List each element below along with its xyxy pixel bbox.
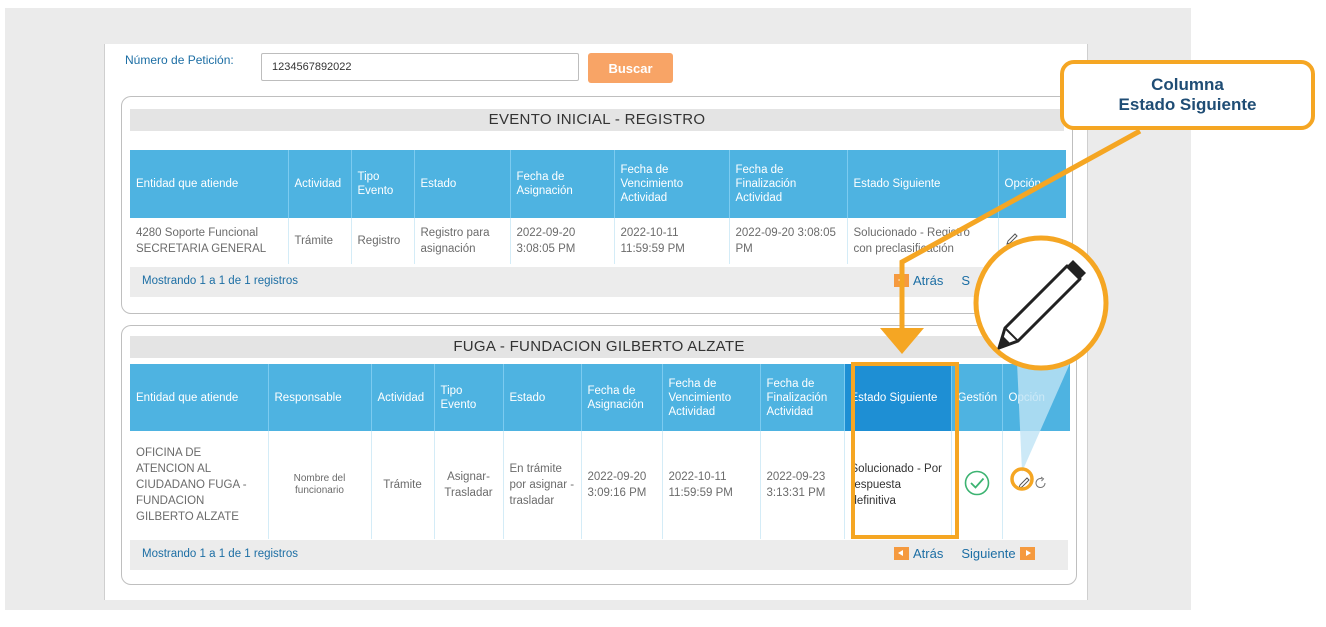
cell-fecha-finalizacion: 2022-09-20 3:08:05 PM: [729, 218, 848, 264]
panel-fuga: FUGA - FUNDACION GILBERTO ALZATE Entidad…: [121, 325, 1077, 585]
prev-link[interactable]: Atrás: [913, 546, 943, 561]
records-info: Mostrando 1 a 1 de 1 registros: [142, 275, 298, 287]
cell-fecha-asignacion: 2022-09-20 3:08:05 PM: [510, 218, 615, 264]
col-actividad[interactable]: Actividad: [371, 364, 435, 431]
pencil-icon[interactable]: [1017, 476, 1031, 490]
col-gestion[interactable]: Gestión: [951, 364, 1003, 431]
prev-arrow-icon[interactable]: [894, 547, 909, 560]
callout-line-1: Columna: [1151, 75, 1224, 94]
pencil-icon[interactable]: [1005, 232, 1019, 246]
pager: Atrás S: [894, 273, 970, 288]
table-footer: Mostrando 1 a 1 de 1 registros Atrás S: [130, 267, 1064, 297]
petition-number-input[interactable]: [261, 53, 579, 81]
cell-estado: Registro para asignación: [414, 218, 511, 264]
col-fecha-finalizacion[interactable]: Fecha de Finalización Actividad: [729, 150, 848, 218]
col-opcion[interactable]: Opción: [998, 150, 1066, 218]
events-table: Entidad que atiende Actividad Tipo Event…: [130, 150, 1066, 264]
col-estado-siguiente[interactable]: Estado Siguiente: [844, 364, 952, 431]
col-fecha-vencimiento[interactable]: Fecha de Vencimiento Actividad: [662, 364, 761, 431]
panel-evento-inicial: EVENTO INICIAL - REGISTRO Entidad que at…: [121, 96, 1073, 314]
cell-entidad: OFICINA DE ATENCION AL CIUDADANO FUGA - …: [130, 431, 269, 539]
cell-tipo-evento: Registro: [351, 218, 415, 264]
cell-actividad: Trámite: [288, 218, 352, 264]
search-label: Número de Petición:: [125, 53, 234, 67]
col-tipo-evento[interactable]: Tipo Evento: [351, 150, 415, 218]
table-row: 4280 Soporte Funcional SECRETARIA GENERA…: [130, 218, 1066, 264]
table-row: OFICINA DE ATENCION AL CIUDADANO FUGA - …: [130, 431, 1070, 539]
col-fecha-vencimiento[interactable]: Fecha de Vencimiento Actividad: [614, 150, 730, 218]
cell-estado: En trámite por asignar - trasladar: [503, 431, 582, 539]
col-estado[interactable]: Estado: [414, 150, 511, 218]
col-entidad[interactable]: Entidad que atiende: [130, 364, 269, 431]
col-tipo-evento[interactable]: Tipo Evento: [434, 364, 504, 431]
panel-title: FUGA - FUNDACION GILBERTO ALZATE: [130, 336, 1068, 358]
cell-fecha-asignacion: 2022-09-20 3:09:16 PM: [581, 431, 663, 539]
cell-estado-siguiente: Solucionado - Registro con preclasificac…: [847, 218, 999, 264]
next-arrow-icon[interactable]: [1019, 547, 1035, 560]
col-estado-siguiente[interactable]: Estado Siguiente: [847, 150, 999, 218]
col-entidad[interactable]: Entidad que atiende: [130, 150, 289, 218]
search-button[interactable]: Buscar: [588, 53, 673, 83]
records-info: Mostrando 1 a 1 de 1 registros: [142, 548, 298, 560]
callout-box: Columna Estado Siguiente: [1060, 60, 1315, 130]
col-actividad[interactable]: Actividad: [288, 150, 352, 218]
cell-responsable: Nombre del funcionario: [268, 431, 372, 539]
refresh-icon[interactable]: [1034, 476, 1048, 490]
prev-link[interactable]: Atrás: [913, 273, 943, 288]
panel-title: EVENTO INICIAL - REGISTRO: [130, 109, 1064, 131]
cell-gestion: [951, 431, 1003, 539]
cell-fecha-finalizacion: 2022-09-23 3:13:31 PM: [760, 431, 845, 539]
prev-arrow-icon[interactable]: [894, 274, 909, 287]
cell-opcion: [1002, 431, 1070, 539]
cell-estado-siguiente: Solucionado - Por respuesta definitiva: [844, 431, 952, 539]
events-table: Entidad que atiende Responsable Activida…: [130, 364, 1070, 539]
callout-line-2: Estado Siguiente: [1118, 95, 1257, 114]
table-footer: Mostrando 1 a 1 de 1 registros Atrás Sig…: [130, 540, 1068, 570]
next-link[interactable]: S: [961, 273, 970, 288]
col-opcion[interactable]: Opción: [1002, 364, 1070, 431]
cell-fecha-vencimiento: 2022-10-11 11:59:59 PM: [614, 218, 730, 264]
pager: Atrás Siguiente: [894, 546, 1035, 561]
col-fecha-asignacion[interactable]: Fecha de Asignación: [510, 150, 615, 218]
col-responsable[interactable]: Responsable: [268, 364, 372, 431]
cell-actividad: Trámite: [371, 431, 435, 539]
check-circle-icon[interactable]: [964, 470, 990, 496]
app-window: Número de Petición: Buscar EVENTO INICIA…: [104, 44, 1088, 600]
col-estado[interactable]: Estado: [503, 364, 582, 431]
cell-entidad: 4280 Soporte Funcional SECRETARIA GENERA…: [130, 218, 289, 264]
col-fecha-finalizacion[interactable]: Fecha de Finalización Actividad: [760, 364, 845, 431]
cell-opcion: [998, 218, 1066, 264]
next-link[interactable]: Siguiente: [961, 546, 1015, 561]
col-fecha-asignacion[interactable]: Fecha de Asignación: [581, 364, 663, 431]
cell-fecha-vencimiento: 2022-10-11 11:59:59 PM: [662, 431, 761, 539]
cell-tipo-evento: Asignar-Trasladar: [434, 431, 504, 539]
